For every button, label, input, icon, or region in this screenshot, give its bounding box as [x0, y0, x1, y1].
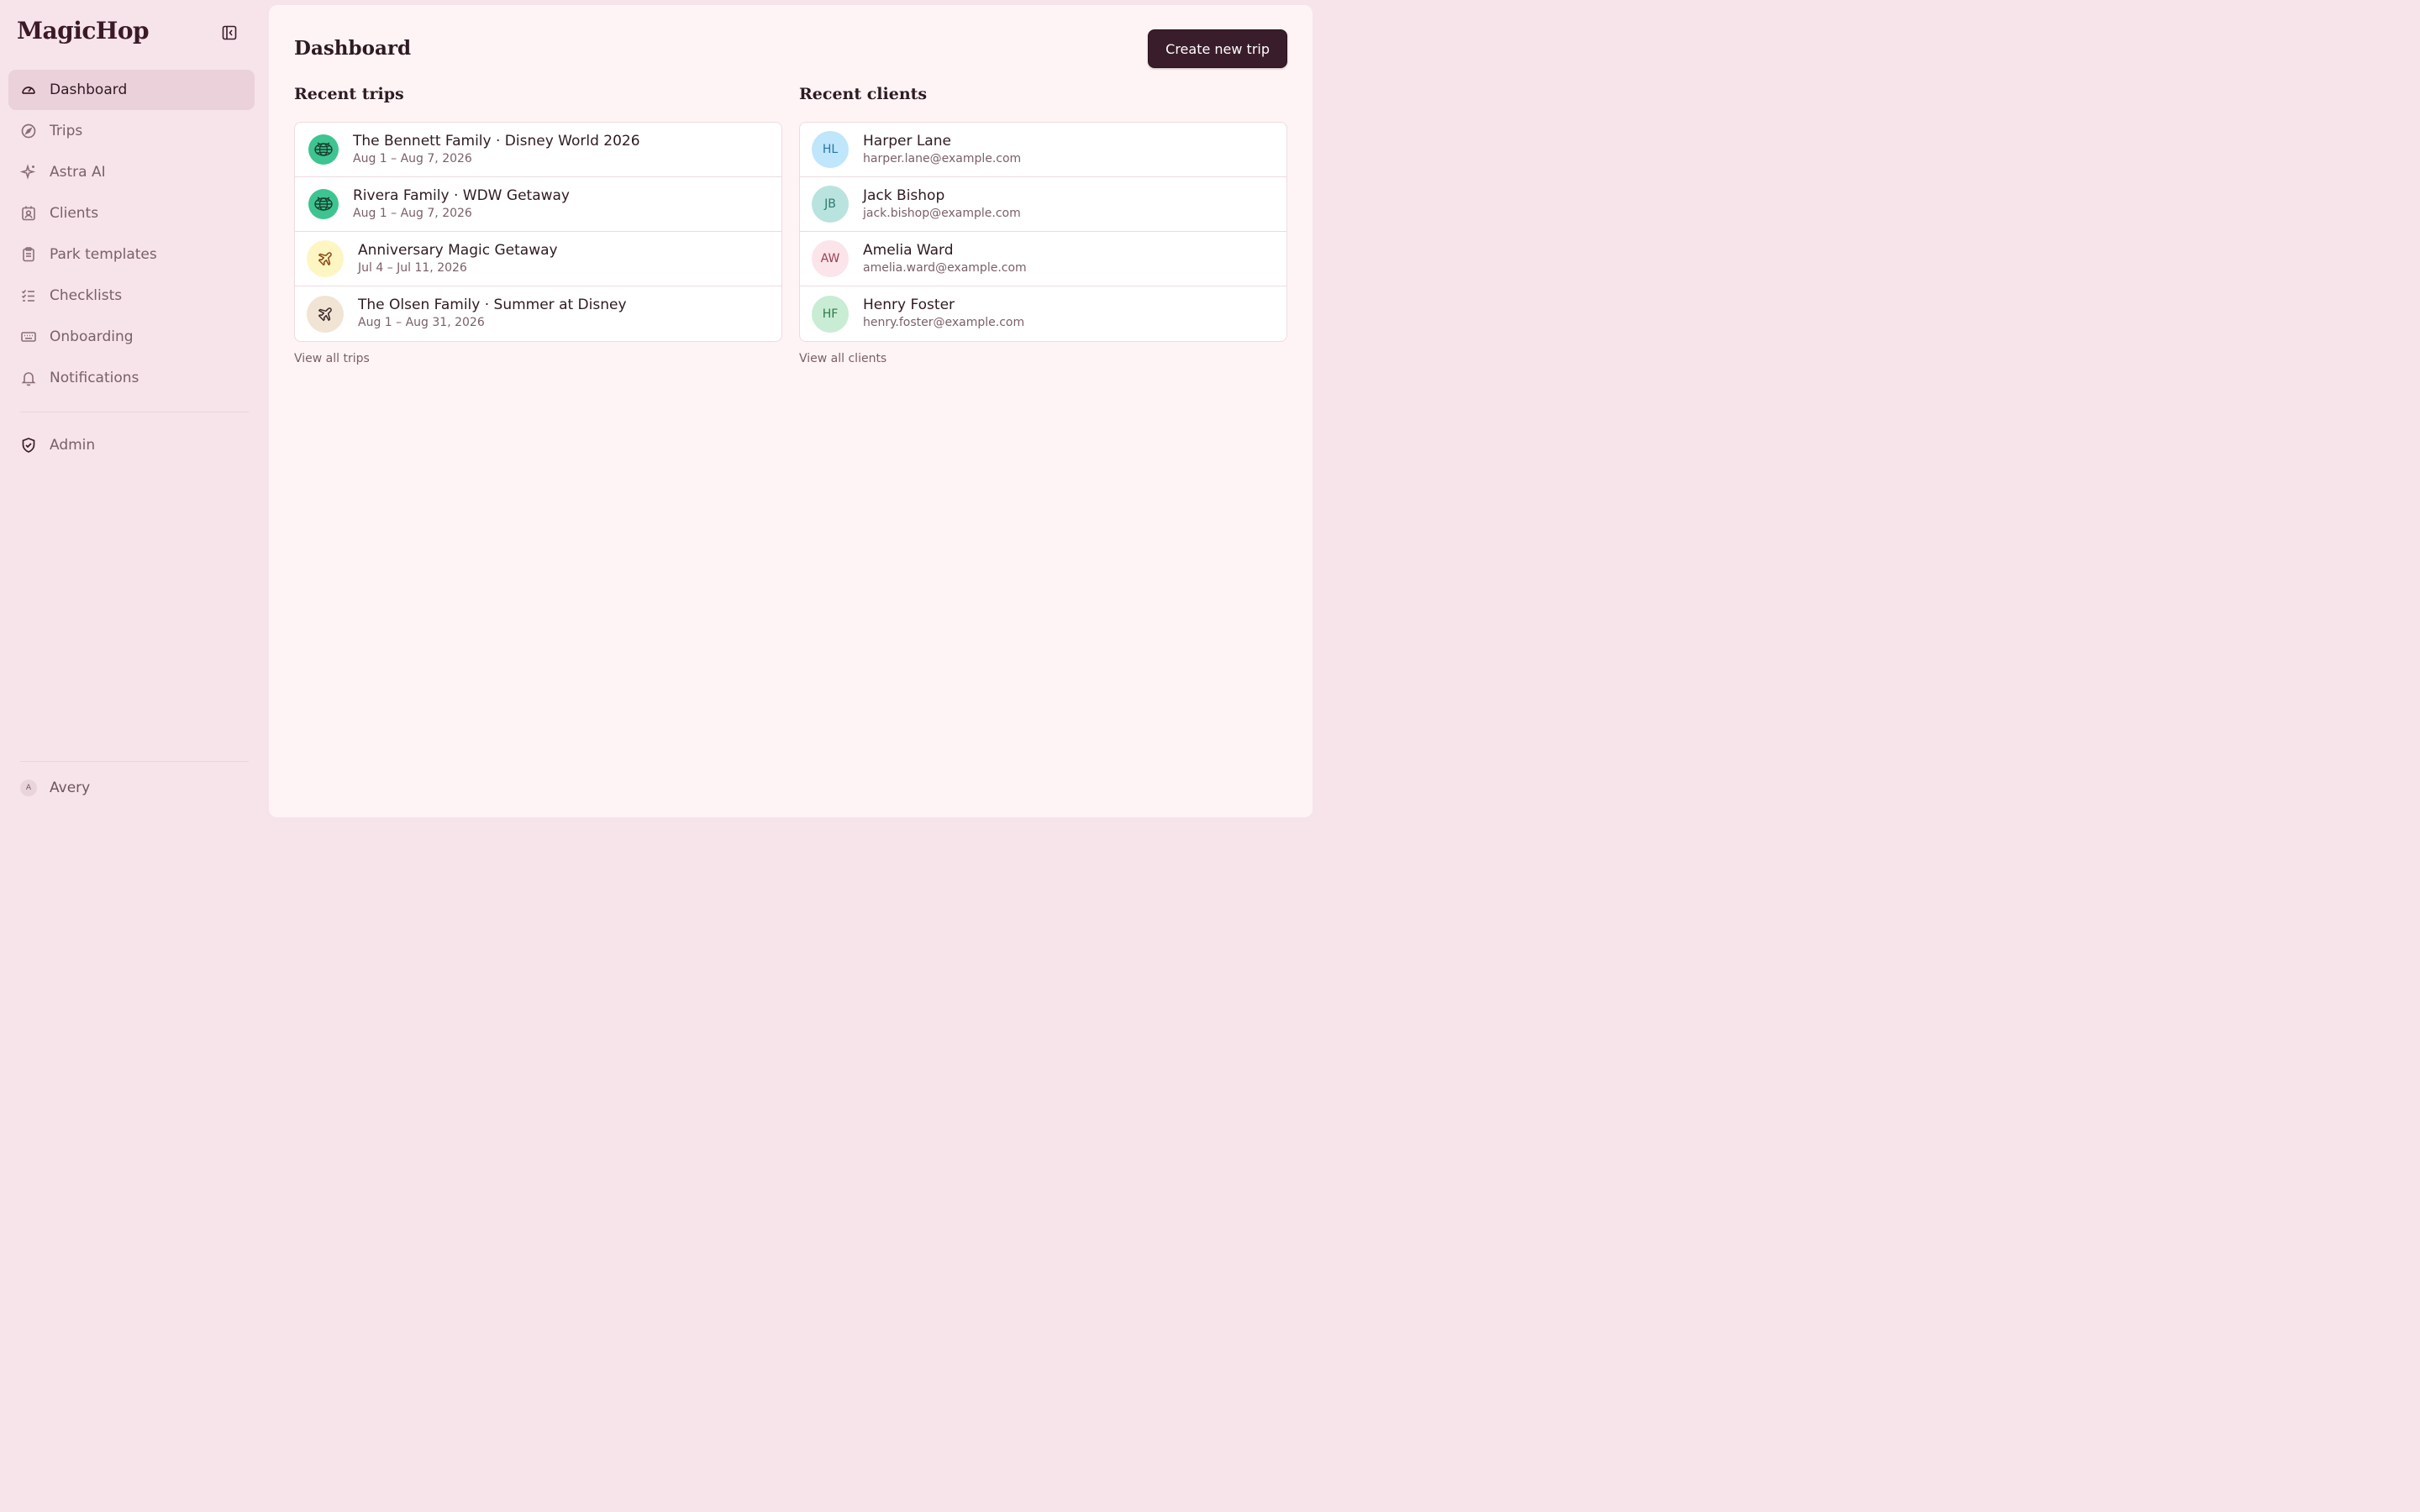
client-row[interactable]: HL Harper Lane harper.lane@example.com [800, 123, 1286, 177]
client-email: henry.foster@example.com [863, 316, 1025, 329]
recent-trips-section: Recent trips The Bennett Family · Disney… [294, 85, 782, 365]
sidebar-item-dashboard[interactable]: Dashboard [8, 70, 255, 110]
sidebar-item-label: Checklists [50, 287, 123, 304]
globe-icon [308, 189, 339, 219]
recent-clients-section: Recent clients HL Harper Lane harper.lan… [799, 85, 1287, 365]
globe-icon [308, 134, 339, 165]
shield-check-icon [20, 437, 37, 454]
avatar-initials: JB [824, 197, 836, 211]
trip-name: Rivera Family · WDW Getaway [353, 186, 570, 204]
recent-trips-list: The Bennett Family · Disney World 2026 A… [294, 122, 782, 342]
avatar: JB [812, 186, 849, 223]
create-new-trip-button[interactable]: Create new trip [1148, 29, 1287, 68]
sidebar-item-astra-ai[interactable]: Astra AI [8, 152, 255, 192]
sidebar-item-checklists[interactable]: Checklists [8, 276, 255, 316]
bell-icon [20, 370, 37, 386]
user-name: Avery [50, 780, 91, 796]
gauge-icon [20, 81, 37, 98]
keyboard-icon [20, 328, 37, 345]
plane-icon [307, 240, 344, 277]
recent-clients-list: HL Harper Lane harper.lane@example.com J… [799, 122, 1287, 342]
avatar: HL [812, 131, 849, 168]
trip-name: Anniversary Magic Getaway [358, 241, 558, 259]
sidebar-item-clients[interactable]: Clients [8, 193, 255, 234]
trip-row[interactable]: Anniversary Magic Getaway Jul 4 – Jul 11… [295, 232, 781, 286]
sidebar-collapse-icon[interactable] [220, 24, 239, 42]
sidebar-divider [20, 761, 249, 762]
sidebar-item-park-templates[interactable]: Park templates [8, 234, 255, 275]
brand-logo[interactable]: MagicHop [17, 17, 150, 45]
contact-icon [20, 205, 37, 222]
avatar-initials: HL [822, 143, 839, 156]
avatar-initials: AW [820, 252, 840, 265]
main-content: Dashboard Create new trip Recent trips T… [269, 5, 1313, 817]
client-row[interactable]: JB Jack Bishop jack.bishop@example.com [800, 177, 1286, 232]
page-title: Dashboard [294, 37, 412, 60]
trip-row[interactable]: Rivera Family · WDW Getaway Aug 1 – Aug … [295, 177, 781, 232]
sparkles-icon [20, 164, 37, 181]
client-name: Harper Lane [863, 132, 951, 150]
trip-row[interactable]: The Olsen Family · Summer at Disney Aug … [295, 286, 781, 341]
trip-name: The Olsen Family · Summer at Disney [358, 297, 627, 313]
client-name: Jack Bishop [863, 186, 945, 204]
sidebar-admin-section: Admin [8, 425, 255, 466]
sidebar-item-label: Clients [50, 205, 99, 222]
trip-dates: Aug 1 – Aug 7, 2026 [353, 206, 472, 220]
client-email: harper.lane@example.com [863, 151, 1022, 165]
avatar: AW [812, 240, 849, 277]
sidebar-nav: Dashboard Trips Astra AI Clients Park te… [8, 70, 255, 399]
trip-row[interactable]: The Bennett Family · Disney World 2026 A… [295, 123, 781, 177]
avatar: HF [812, 295, 849, 333]
sidebar-item-admin[interactable]: Admin [8, 425, 255, 465]
trip-name: The Bennett Family · Disney World 2026 [353, 132, 640, 150]
sidebar-item-label: Trips [50, 123, 83, 139]
clipboard-icon [20, 246, 37, 263]
view-all-clients-link[interactable]: View all clients [799, 352, 886, 365]
sidebar-item-label: Notifications [50, 370, 139, 386]
client-row[interactable]: AW Amelia Ward amelia.ward@example.com [800, 232, 1286, 286]
client-email: amelia.ward@example.com [863, 260, 1027, 275]
sidebar-item-label: Park templates [50, 246, 157, 263]
trip-dates: Aug 1 – Aug 7, 2026 [353, 151, 472, 165]
sidebar-item-notifications[interactable]: Notifications [8, 358, 255, 398]
sidebar-item-trips[interactable]: Trips [8, 111, 255, 151]
sidebar-item-label: Admin [50, 437, 96, 454]
sidebar-item-label: Dashboard [50, 81, 128, 98]
avatar: A [20, 780, 37, 796]
plane-icon [307, 295, 344, 333]
client-name: Amelia Ward [863, 241, 954, 259]
sidebar-item-label: Onboarding [50, 328, 134, 345]
client-row[interactable]: HF Henry Foster henry.foster@example.com [800, 286, 1286, 341]
compass-icon [20, 123, 37, 139]
sidebar-item-onboarding[interactable]: Onboarding [8, 317, 255, 357]
avatar-initials: HF [822, 307, 839, 321]
section-title: Recent trips [294, 85, 404, 103]
client-name: Henry Foster [863, 297, 955, 313]
checklist-icon [20, 287, 37, 304]
view-all-trips-link[interactable]: View all trips [294, 352, 370, 365]
trip-dates: Jul 4 – Jul 11, 2026 [358, 260, 467, 275]
trip-dates: Aug 1 – Aug 31, 2026 [358, 316, 485, 329]
sidebar-item-label: Astra AI [50, 164, 106, 181]
section-title: Recent clients [799, 85, 928, 103]
sidebar: MagicHop Dashboard Trips Astra AI Client… [0, 0, 269, 823]
client-email: jack.bishop@example.com [863, 206, 1021, 220]
user-menu[interactable]: A Avery [20, 780, 90, 796]
